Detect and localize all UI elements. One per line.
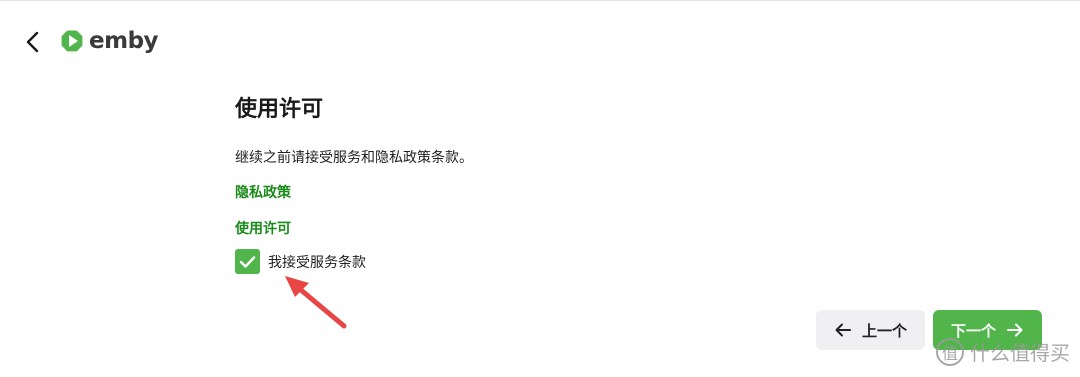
watermark-text: 什么值得买	[970, 343, 1070, 365]
emby-logo: emby	[58, 26, 159, 56]
chevron-left-icon	[26, 31, 39, 53]
arrow-left-icon	[835, 323, 851, 337]
previous-button[interactable]: 上一个	[816, 310, 925, 350]
accept-terms-label: 我接受服务条款	[268, 253, 366, 270]
watermark: 值 什么值得买	[936, 337, 1070, 366]
license-section: 使用许可 继续之前请接受服务和隐私政策条款。 隐私政策 使用许可 我接受服务条款	[235, 95, 835, 274]
page-title: 使用许可	[235, 96, 324, 121]
red-arrow-annotation	[285, 276, 347, 329]
setup-wizard-page: emby 使用许可 继续之前请接受服务和隐私政策条款。 隐私政策 使用许可 我接…	[0, 0, 1080, 377]
previous-button-label: 上一个	[861, 322, 907, 340]
logo-text: emby	[89, 28, 159, 54]
watermark-badge: 值	[936, 337, 964, 366]
checkmark-icon	[239, 255, 256, 268]
emby-logo-icon	[61, 30, 83, 52]
license-link[interactable]: 使用许可	[235, 218, 291, 238]
back-button[interactable]	[18, 27, 48, 57]
privacy-policy-link[interactable]: 隐私政策	[235, 182, 291, 202]
terms-description: 继续之前请接受服务和隐私政策条款。	[235, 149, 473, 165]
accept-terms-checkbox[interactable]	[235, 249, 260, 274]
